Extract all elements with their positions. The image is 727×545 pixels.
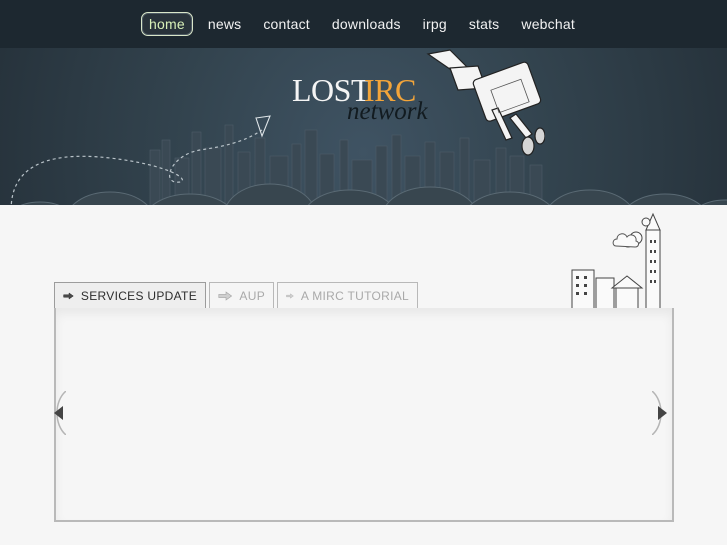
nav-contact[interactable]: contact [252, 12, 321, 36]
tab-mirc-tutorial[interactable]: A MIRC TUTORIAL [277, 282, 418, 308]
cloud-doodle-illustration [612, 233, 639, 248]
nav-webchat[interactable]: webchat [510, 12, 586, 36]
slider-next-button[interactable] [651, 390, 672, 436]
nav-home[interactable]: home [141, 12, 193, 36]
arrow-right-icon [651, 390, 667, 436]
arrow-right-icon [286, 292, 294, 299]
tab-label: AUP [239, 288, 265, 303]
arrow-left-icon [54, 390, 67, 436]
tab-label: SERVICES UPDATE [80, 288, 197, 303]
nav-stats[interactable]: stats [458, 12, 511, 36]
main-navigation: home news contact downloads irpg stats w… [0, 6, 727, 42]
tab-content-panel [54, 308, 674, 522]
nav-downloads[interactable]: downloads [321, 12, 412, 36]
tab-aup[interactable]: AUP [209, 282, 274, 308]
site-logo[interactable]: LOST IRC network [292, 72, 452, 130]
slider-prev-button[interactable] [46, 390, 67, 436]
arrow-right-icon [218, 290, 233, 301]
arrow-right-icon [63, 291, 74, 300]
nav-irpg[interactable]: irpg [412, 12, 458, 36]
tab-label: A MIRC TUTORIAL [300, 288, 409, 303]
logo-network-text: network [347, 98, 428, 125]
town-illustration [571, 212, 661, 310]
tab-services-update[interactable]: SERVICES UPDATE [54, 282, 206, 308]
nav-news[interactable]: news [197, 12, 252, 36]
